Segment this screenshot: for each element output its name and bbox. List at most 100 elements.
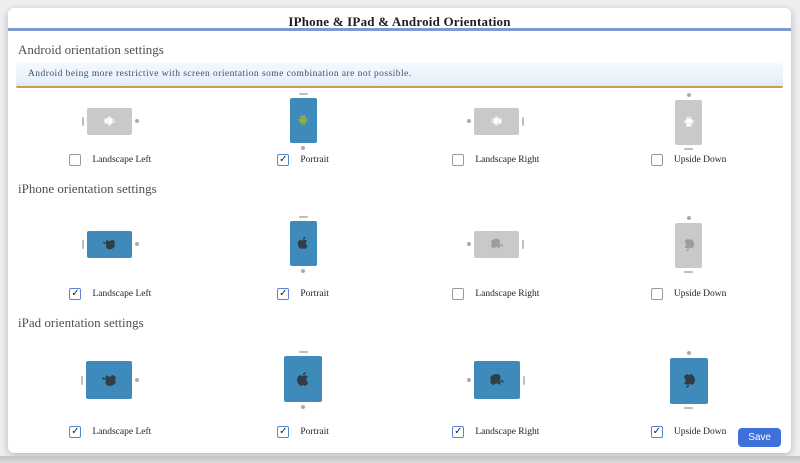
orientation-option: Landscape Right — [400, 202, 593, 300]
device-preview-area — [82, 202, 139, 286]
device-screen — [284, 356, 322, 402]
orientation-checkbox[interactable]: ✓ — [277, 288, 289, 300]
device-preview-area — [82, 90, 139, 152]
device-screen — [474, 361, 520, 399]
device-orientation-graphic — [467, 231, 524, 258]
device-home-button — [467, 378, 471, 382]
orientation-checkbox[interactable]: ✓ — [452, 426, 464, 438]
apple-logo-icon — [102, 237, 116, 251]
orientation-option: ✓ Landscape Right — [400, 336, 593, 438]
apple-logo-icon — [681, 373, 697, 389]
orientation-option: ✓ Portrait — [207, 202, 400, 300]
orientation-checkbox[interactable]: ✓ — [277, 154, 289, 166]
orientation-toggle[interactable]: ✓ Landscape Right — [452, 426, 539, 438]
orientation-toggle[interactable]: Landscape Left — [69, 154, 151, 166]
options-row: ✓ Landscape Left ✓ Portrait — [14, 202, 785, 300]
device-screen — [675, 100, 702, 145]
restriction-alert: Android being more restrictive with scre… — [16, 63, 783, 88]
orientation-label: Portrait — [300, 289, 329, 299]
device-speaker-line — [81, 376, 83, 385]
orientation-label: Landscape Left — [92, 289, 151, 299]
device-speaker-line — [522, 240, 524, 249]
save-button[interactable]: Save — [738, 428, 781, 447]
device-home-button — [301, 405, 305, 409]
device-orientation-graphic — [675, 216, 702, 273]
orientation-checkbox[interactable]: ✓ — [277, 426, 289, 438]
device-preview-area — [290, 202, 317, 286]
orientation-toggle[interactable]: Landscape Right — [452, 288, 539, 300]
device-speaker-line — [684, 148, 693, 150]
device-home-button — [467, 242, 471, 246]
orientation-toggle[interactable]: ✓ Landscape Left — [69, 288, 151, 300]
orientation-toggle[interactable]: Landscape Right — [452, 154, 539, 166]
orientation-checkbox[interactable] — [651, 154, 663, 166]
device-preview-area — [81, 336, 139, 424]
orientation-checkbox[interactable] — [651, 288, 663, 300]
page-title: IPhone & IPad & Android Orientation — [288, 14, 510, 29]
device-speaker-line — [82, 117, 84, 126]
device-screen — [87, 231, 132, 258]
device-preview-area — [675, 202, 702, 286]
apple-logo-icon — [682, 238, 696, 252]
orientation-option: ✓ Portrait — [207, 90, 400, 166]
device-screen — [87, 108, 132, 135]
orientation-toggle[interactable]: ✓ Portrait — [277, 288, 329, 300]
orientation-toggle[interactable]: ✓ Portrait — [277, 426, 329, 438]
card-content: Android orientation settings Android bei… — [8, 31, 791, 453]
apple-logo-icon — [489, 372, 505, 388]
android-robot-icon — [682, 115, 696, 129]
device-preview-area — [467, 90, 524, 152]
orientation-checkbox[interactable]: ✓ — [69, 288, 81, 300]
orientation-label: Landscape Right — [475, 427, 539, 437]
orientation-label: Landscape Right — [475, 289, 539, 299]
orientation-option: ✓ Landscape Left — [14, 336, 207, 438]
device-home-button — [687, 216, 691, 220]
device-home-button — [467, 119, 471, 123]
orientation-toggle[interactable]: ✓ Portrait — [277, 154, 329, 166]
section-title: Android orientation settings — [18, 42, 781, 58]
orientation-option: ✓ Portrait — [207, 336, 400, 438]
orientation-label: Portrait — [300, 155, 329, 165]
orientation-checkbox[interactable]: ✓ — [69, 426, 81, 438]
orientation-option: Upside Down — [592, 202, 785, 300]
section-title: iPad orientation settings — [18, 315, 781, 331]
orientation-toggle[interactable]: Upside Down — [651, 154, 727, 166]
orientation-option: Landscape Left — [14, 90, 207, 166]
device-home-button — [301, 269, 305, 273]
device-speaker-line — [299, 93, 308, 95]
apple-logo-icon — [101, 372, 117, 388]
orientation-option: ✓ Upside Down — [592, 336, 785, 438]
orientation-toggle[interactable]: ✓ Landscape Left — [69, 426, 151, 438]
device-orientation-graphic — [670, 351, 708, 409]
orientation-toggle[interactable]: ✓ Upside Down — [651, 426, 727, 438]
apple-logo-icon — [295, 371, 311, 387]
device-speaker-line — [82, 240, 84, 249]
orientation-checkbox[interactable] — [452, 154, 464, 166]
device-preview-area — [675, 90, 702, 152]
orientation-label: Portrait — [300, 427, 329, 437]
device-screen — [290, 221, 317, 266]
orientation-option: Landscape Right — [400, 90, 593, 166]
orientation-option: ✓ Landscape Left — [14, 202, 207, 300]
orientation-checkbox[interactable]: ✓ — [651, 426, 663, 438]
orientation-checkbox[interactable] — [69, 154, 81, 166]
device-orientation-graphic — [467, 108, 524, 135]
options-row: Landscape Left ✓ Portrait — [14, 90, 785, 166]
orientation-checkbox[interactable] — [452, 288, 464, 300]
section-title: iPhone orientation settings — [18, 181, 781, 197]
android-robot-icon — [102, 114, 116, 128]
device-screen — [86, 361, 132, 399]
android-robot-icon — [490, 114, 504, 128]
orientation-section: iPhone orientation settings ✓ Landscape … — [14, 181, 785, 300]
orientation-toggle[interactable]: Upside Down — [651, 288, 727, 300]
device-screen — [670, 358, 708, 404]
device-speaker-line — [299, 216, 308, 218]
device-home-button — [687, 93, 691, 97]
device-orientation-graphic — [284, 351, 322, 409]
android-robot-icon — [296, 113, 310, 127]
device-preview-area — [290, 90, 317, 152]
device-speaker-line — [522, 117, 524, 126]
device-preview-area — [467, 336, 525, 424]
device-orientation-graphic — [467, 361, 525, 399]
device-speaker-line — [684, 271, 693, 273]
